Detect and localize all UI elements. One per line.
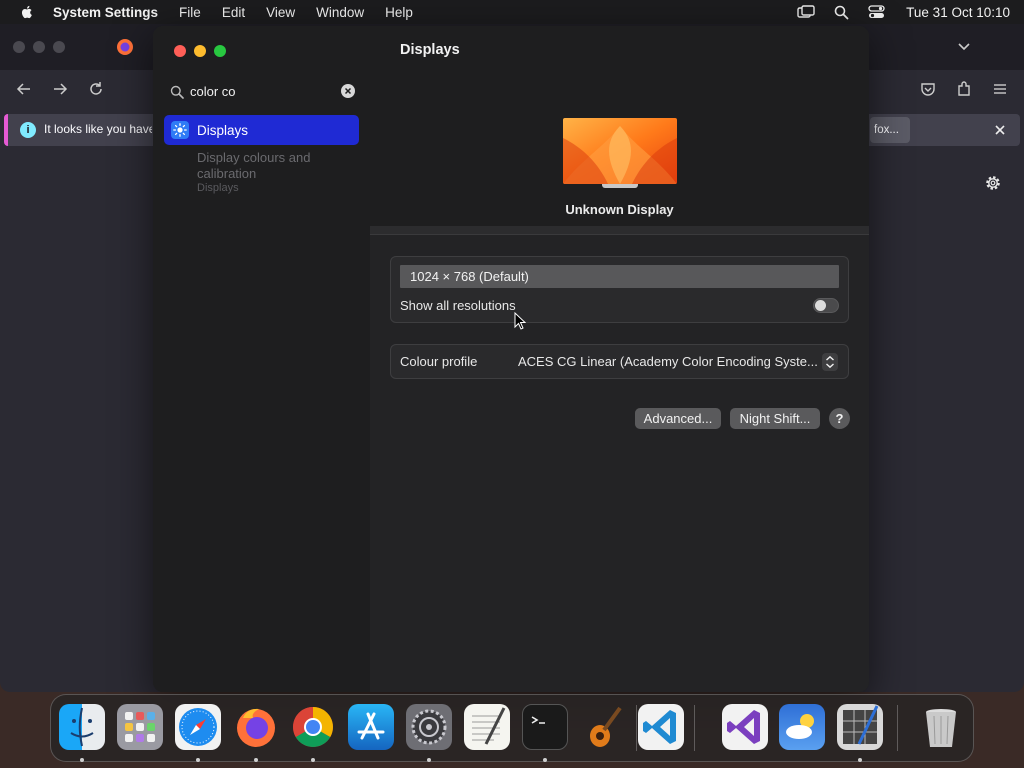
displays-pane: Displays Unknown Display 1024 × 768 (Def… [370,26,869,692]
dock-separator [897,705,898,751]
system-settings-icon[interactable] [406,704,452,750]
search-query[interactable]: color co [190,84,236,99]
weather-icon[interactable] [779,704,825,750]
show-all-resolutions-label: Show all resolutions [400,298,516,313]
gear-icon[interactable] [984,174,1002,192]
dock-running-indicator [311,758,315,762]
notification-text: It looks like you have [44,122,152,136]
screen-mirror-icon[interactable] [797,4,815,20]
night-shift-button[interactable]: Night Shift... [730,408,820,429]
show-all-resolutions-toggle[interactable] [813,298,839,313]
finder-icon[interactable] [59,704,105,750]
pocket-icon[interactable] [920,81,936,97]
info-icon: i [20,122,36,138]
menu-extras: Tue 31 Oct 10:10 [797,0,1010,24]
close-button[interactable] [174,45,186,57]
resolution-group: 1024 × 768 (Default) Show all resolution… [390,256,849,323]
dock-running-indicator [858,758,862,762]
launchpad-icon[interactable] [117,704,163,750]
search-input[interactable]: color co [164,80,359,104]
safari-icon[interactable] [175,704,221,750]
spotlight-icon[interactable] [832,4,850,20]
apple-icon[interactable] [19,4,35,20]
back-arrow-icon[interactable] [16,81,32,97]
hamburger-menu-icon[interactable] [992,81,1008,97]
search-result-title[interactable]: Display colours and calibration [197,150,347,182]
dock-separator [636,705,637,751]
menu-bar: System Settings File Edit View Window He… [0,0,1024,24]
colour-profile-select[interactable]: ACES CG Linear (Academy Color Encoding S… [518,354,818,369]
colour-profile-row: Colour profile ACES CG Linear (Academy C… [390,344,849,379]
dock-running-indicator [196,758,200,762]
displays-icon [171,121,189,139]
dock-separator [694,705,695,751]
display-stand [602,184,638,188]
system-settings-window: color co Displays Display colours and ca… [153,26,869,692]
dock [50,694,974,762]
page-title: Displays [400,42,460,58]
firefox-icon[interactable] [233,704,279,750]
menu-window[interactable]: Window [316,5,364,20]
menu-view[interactable]: View [266,5,295,20]
sidebar-item-displays[interactable]: Displays [164,115,359,145]
clear-search-icon[interactable] [341,84,355,98]
menu-clock[interactable]: Tue 31 Oct 10:10 [906,5,1010,20]
reload-icon[interactable] [88,81,104,97]
zoom-button[interactable] [214,45,226,57]
firefox-tab-icon[interactable] [116,38,134,56]
section-divider [370,226,869,235]
vscode-icon[interactable] [638,704,684,750]
chrome-icon[interactable] [290,704,336,750]
browser-close-button[interactable] [13,41,25,53]
visual-studio-icon[interactable] [722,704,768,750]
sidebar-item-label: Displays [197,122,249,138]
colour-profile-label: Colour profile [400,354,478,369]
trash-icon[interactable] [918,704,964,750]
browser-zoom-button[interactable] [53,41,65,53]
dock-running-indicator [80,758,84,762]
dock-running-indicator [427,758,431,762]
menu-help[interactable]: Help [385,5,413,20]
mouse-cursor-icon [514,312,526,330]
search-result-subtitle: Displays [197,182,239,194]
display-thumbnail[interactable] [563,118,677,184]
resolution-option-selected[interactable]: 1024 × 768 (Default) [400,265,839,288]
minimize-button[interactable] [194,45,206,57]
textedit-icon[interactable] [464,704,510,750]
search-icon [170,85,184,99]
menu-edit[interactable]: Edit [222,5,245,20]
advanced-button[interactable]: Advanced... [635,408,721,429]
garageband-icon[interactable] [580,704,626,750]
menu-file[interactable]: File [179,5,201,20]
up-down-chevron-icon[interactable] [822,353,838,371]
menu-app-name[interactable]: System Settings [53,5,158,20]
tab-list-chevron-icon[interactable] [956,38,972,54]
dock-running-indicator [254,758,258,762]
extensions-icon[interactable] [956,81,972,97]
browser-minimize-button[interactable] [33,41,45,53]
dock-running-indicator [543,758,547,762]
notification-accent [4,114,8,146]
close-icon[interactable] [992,122,1008,138]
toggle-knob [815,300,826,311]
settings-sidebar: color co Displays Display colours and ca… [153,26,370,692]
notification-action-button[interactable]: fox... [870,117,910,143]
app-store-icon[interactable] [348,704,394,750]
control-center-icon[interactable] [867,4,885,20]
script-editor-icon[interactable] [837,704,883,750]
forward-arrow-icon[interactable] [52,81,68,97]
display-name: Unknown Display [565,202,674,217]
help-button[interactable]: ? [829,408,850,429]
terminal-icon[interactable] [522,704,568,750]
